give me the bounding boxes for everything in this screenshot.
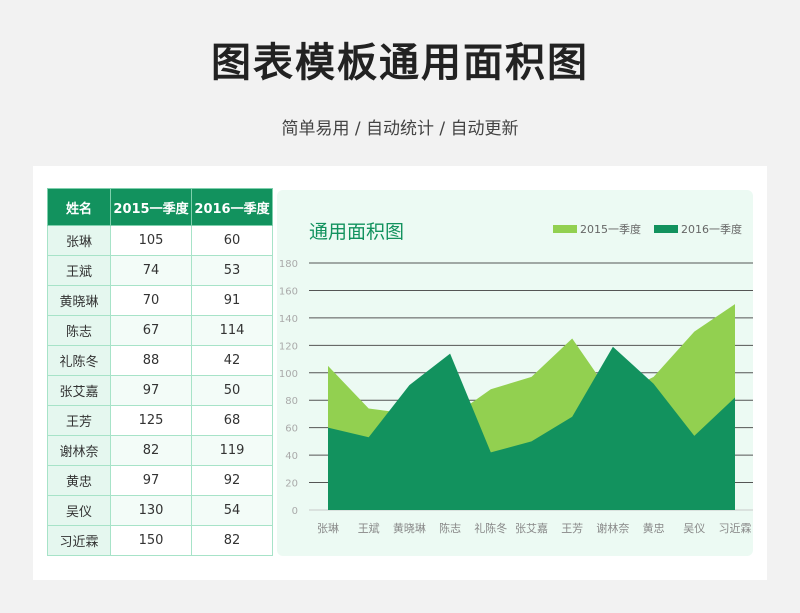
cell-name: 习近霖	[47, 525, 111, 556]
cell-name: 王芳	[47, 405, 111, 436]
cell-2016: 68	[191, 405, 273, 436]
cell-2015: 150	[110, 525, 192, 556]
cell-name: 黄晓琳	[47, 285, 111, 316]
data-table: 姓名 2015一季度 2016一季度 张琳 105 60 王斌 74 53 黄晓琳 70 91 陈…	[47, 188, 273, 556]
x-tick-label: 张琳	[317, 521, 339, 535]
cell-2015: 67	[110, 315, 192, 346]
cell-name: 黄忠	[47, 465, 111, 496]
x-tick-label: 黄忠	[643, 521, 665, 535]
cell-2016: 42	[191, 345, 273, 376]
table-row: 张艾嘉 97 50	[47, 375, 273, 406]
chart-panel: 通用面积图 2015一季度 2016一季度 0 20 40 60 80 100 120 140 160…	[277, 190, 753, 556]
cell-2015: 130	[110, 495, 192, 526]
table-row: 王斌 74 53	[47, 255, 273, 286]
cell-name: 吴仪	[47, 495, 111, 526]
y-tick-label: 120	[279, 341, 298, 352]
area-chart: 通用面积图 2015一季度 2016一季度 0 20 40 60 80 100 120 140 160…	[279, 221, 753, 535]
cell-2016: 53	[191, 255, 273, 286]
table-body: 张琳 105 60 王斌 74 53 黄晓琳 70 91 陈志 67 114 礼陈冬 88 42 张艾嘉 97 5…	[47, 225, 273, 556]
y-tick-label: 100	[279, 369, 298, 380]
x-tick-label: 王斌	[358, 522, 380, 535]
cell-2016: 82	[191, 525, 273, 556]
cell-name: 王斌	[47, 255, 111, 286]
x-tick-label: 谢林奈	[596, 521, 629, 535]
y-tick-label: 20	[285, 479, 298, 490]
cell-2015: 105	[110, 225, 192, 256]
cell-2016: 92	[191, 465, 273, 496]
table-row: 黄忠 97 92	[47, 465, 273, 496]
x-tick-label: 王芳	[561, 521, 583, 535]
cell-2015: 97	[110, 465, 192, 496]
x-tick-label: 陈志	[439, 521, 461, 535]
y-tick-label: 180	[279, 259, 298, 270]
y-tick-label: 40	[285, 451, 298, 462]
cell-2015: 125	[110, 405, 192, 436]
y-tick-label: 160	[279, 286, 298, 297]
legend-label-1: 2015一季度	[580, 222, 641, 236]
legend-label-2: 2016一季度	[681, 222, 742, 236]
header-2016: 2016一季度	[191, 188, 273, 226]
cell-2015: 82	[110, 435, 192, 466]
x-tick-label: 吴仪	[683, 522, 705, 535]
x-tick-label: 礼陈冬	[474, 521, 507, 535]
table-row: 谢林奈 82 119	[47, 435, 273, 466]
table-row: 陈志 67 114	[47, 315, 273, 346]
x-tick-label: 张艾嘉	[515, 521, 548, 535]
page-subtitle: 简单易用 / 自动统计 / 自动更新	[281, 119, 519, 139]
table-row: 吴仪 130 54	[47, 495, 273, 526]
table-row: 黄晓琳 70 91	[47, 285, 273, 316]
cell-2016: 114	[191, 315, 273, 346]
page-title: 图表模板通用面积图	[211, 40, 589, 86]
cell-2016: 50	[191, 375, 273, 406]
table-header-row: 姓名 2015一季度 2016一季度	[47, 188, 273, 226]
cell-2016: 54	[191, 495, 273, 526]
x-tick-label: 黄晓琳	[393, 521, 426, 535]
cell-2015: 70	[110, 285, 192, 316]
cell-name: 谢林奈	[47, 435, 111, 466]
y-tick-label: 60	[285, 424, 298, 435]
cell-name: 张琳	[47, 225, 111, 256]
table-row: 习近霖 150 82	[47, 525, 273, 556]
chart-title: 通用面积图	[309, 221, 404, 243]
y-tick-label: 80	[285, 396, 298, 407]
cell-name: 礼陈冬	[47, 345, 111, 376]
cell-name: 张艾嘉	[47, 375, 111, 406]
y-tick-label: 0	[292, 506, 298, 517]
y-tick-label: 140	[279, 314, 298, 325]
cell-2016: 60	[191, 225, 273, 256]
cell-2016: 91	[191, 285, 273, 316]
cell-2015: 97	[110, 375, 192, 406]
cell-2015: 88	[110, 345, 192, 376]
legend-swatch-1	[553, 225, 577, 233]
header-name: 姓名	[47, 188, 111, 226]
table-row: 张琳 105 60	[47, 225, 273, 256]
cell-name: 陈志	[47, 315, 111, 346]
table-row: 礼陈冬 88 42	[47, 345, 273, 376]
cell-2016: 119	[191, 435, 273, 466]
legend-swatch-2	[654, 225, 678, 233]
table-row: 王芳 125 68	[47, 405, 273, 436]
cell-2015: 74	[110, 255, 192, 286]
x-tick-label: 习近霖	[719, 522, 752, 535]
header-2015: 2015一季度	[110, 188, 192, 226]
